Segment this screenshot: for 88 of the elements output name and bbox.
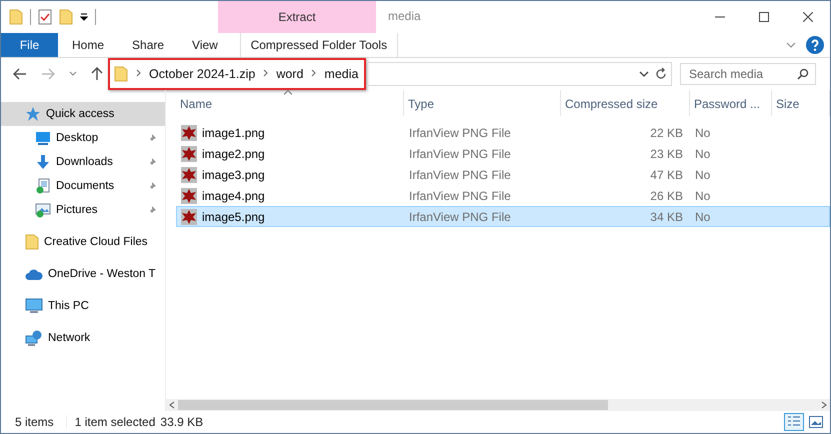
file-type: IrfanView PNG File	[408, 210, 512, 224]
sidebar-item[interactable]: Downloads	[1, 150, 165, 174]
document-icon	[35, 178, 51, 194]
file-row[interactable]: image4.png IrfanView PNG File 26 KB No	[176, 185, 830, 206]
sidebar-item[interactable]: Quick access	[1, 102, 165, 126]
close-icon[interactable]	[803, 12, 813, 22]
file-type: IrfanView PNG File	[408, 168, 512, 182]
column-header[interactable]: Compressed size	[561, 90, 690, 116]
recent-caret-icon[interactable]	[69, 71, 77, 77]
folder-icon	[114, 66, 128, 82]
search-icon	[797, 68, 809, 80]
context-group-label: Extract	[218, 1, 376, 33]
file-type: IrfanView PNG File	[408, 146, 512, 160]
sidebar-item[interactable]: Documents	[1, 174, 165, 198]
compressed-size: 26 KB	[649, 188, 684, 202]
details-view-button[interactable]	[784, 413, 804, 431]
file-name: image2.png	[202, 146, 265, 160]
compressed-size: 47 KB	[649, 168, 684, 182]
search-field[interactable]: Search media	[680, 63, 816, 85]
file-tab[interactable]: File	[1, 33, 58, 57]
customize-caret-icon[interactable]	[80, 13, 88, 21]
properties-icon[interactable]	[38, 9, 52, 25]
file-type: IrfanView PNG File	[408, 126, 512, 140]
image-file-icon	[181, 166, 197, 182]
file-row[interactable]: image2.png IrfanView PNG File 23 KB No	[176, 143, 830, 164]
computer-icon	[25, 298, 43, 314]
ribbon-tab[interactable]: Home	[58, 33, 118, 57]
sort-caret-icon	[284, 90, 292, 95]
file-row[interactable]: image1.png IrfanView PNG File 22 KB No	[176, 122, 830, 143]
help-icon[interactable]	[806, 36, 824, 54]
image-file-icon	[181, 188, 197, 204]
file-name: image3.png	[202, 168, 265, 182]
password-protected: No	[694, 188, 712, 202]
breadcrumb-item[interactable]: word	[276, 67, 304, 81]
maximize-icon[interactable]	[759, 12, 769, 22]
network-icon	[25, 330, 43, 346]
password-protected: No	[694, 126, 712, 140]
sidebar-item[interactable]: OneDrive - Weston T	[1, 262, 165, 286]
star-icon	[25, 106, 41, 122]
window-title: media	[388, 8, 421, 23]
ribbon-tab[interactable]: Share	[118, 33, 178, 57]
file-row[interactable]: image3.png IrfanView PNG File 47 KB No	[176, 164, 830, 185]
sidebar-item[interactable]: Desktop	[1, 126, 165, 150]
selection-count: 1 item selected	[74, 415, 156, 429]
image-file-icon	[181, 124, 197, 140]
column-header[interactable]: Type	[404, 90, 561, 116]
sidebar-item[interactable]: Creative Cloud Files	[1, 230, 165, 254]
file-name: image5.png	[202, 210, 265, 224]
breadcrumb-item[interactable]: October 2024-1.zip	[149, 67, 256, 81]
password-protected: No	[694, 210, 712, 224]
file-row[interactable]: image5.png IrfanView PNG File 34 KB No	[176, 206, 830, 227]
breadcrumb-item[interactable]: media	[324, 67, 358, 81]
folder-icon	[9, 9, 23, 25]
compressed-size: 23 KB	[649, 146, 684, 160]
refresh-icon[interactable]	[655, 67, 667, 81]
new-folder-icon	[59, 9, 73, 25]
scroll-left-icon[interactable]	[168, 401, 176, 409]
cloud-icon	[25, 267, 43, 281]
picture-icon	[35, 202, 51, 218]
dropdown-caret-icon[interactable]	[639, 71, 649, 77]
ribbon-tab[interactable]: View	[178, 33, 232, 57]
back-arrow-icon[interactable]	[13, 68, 27, 80]
password-protected: No	[694, 146, 712, 160]
file-name: image4.png	[202, 188, 265, 202]
sidebar-item[interactable]: Network	[1, 326, 165, 350]
sidebar-item[interactable]: Pictures	[1, 198, 165, 222]
scroll-right-icon[interactable]	[820, 401, 828, 409]
column-header[interactable]: Size	[772, 90, 830, 116]
compressed-size: 22 KB	[649, 126, 684, 140]
column-header[interactable]: Password ...	[690, 90, 772, 116]
file-name: image1.png	[202, 126, 265, 140]
sidebar-item[interactable]: This PC	[1, 294, 165, 318]
selection-size: 33.9 KB	[160, 415, 204, 429]
column-header[interactable]: Name	[176, 90, 404, 116]
preview-view-button[interactable]	[806, 413, 826, 431]
compressed-size: 34 KB	[649, 210, 684, 224]
up-arrow-icon[interactable]	[91, 67, 103, 81]
download-arrow-icon	[35, 154, 51, 170]
folder-icon	[25, 234, 39, 250]
password-protected: No	[694, 168, 712, 182]
item-count: 5 items	[15, 415, 67, 429]
expand-ribbon-caret-icon[interactable]	[786, 42, 796, 48]
picture-icon	[809, 416, 823, 428]
image-file-icon	[181, 146, 197, 162]
image-file-icon	[181, 208, 197, 224]
horizontal-scrollbar[interactable]	[166, 399, 830, 411]
desktop-icon	[35, 130, 51, 146]
file-type: IrfanView PNG File	[408, 188, 512, 202]
